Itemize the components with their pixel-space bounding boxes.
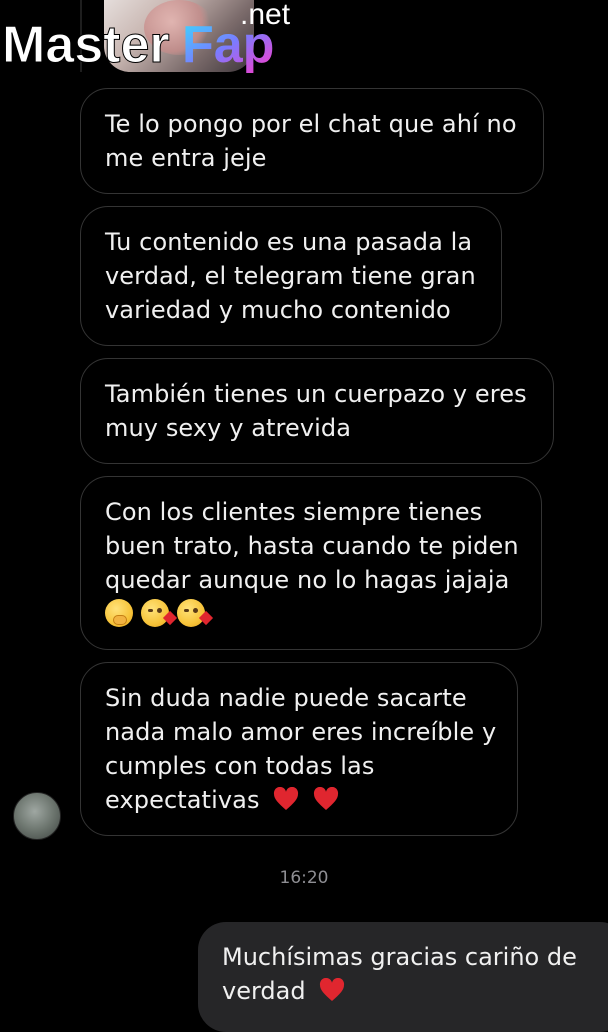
message-timestamp: 16:20	[279, 868, 329, 888]
face-blowing-kiss-icon	[177, 599, 214, 627]
message-text: verdad, el telegram tiene gran	[105, 262, 476, 290]
sender-avatar[interactable]	[13, 792, 61, 840]
red-heart-icon	[273, 787, 299, 811]
message-text: verdad	[222, 977, 306, 1005]
face-with-hand-over-mouth-icon	[105, 599, 133, 627]
message-text: Tu contenido es una pasada la	[105, 228, 473, 256]
message-text: nada malo amor eres increíble y	[105, 718, 497, 746]
red-heart-icon	[319, 978, 345, 1002]
red-heart-icon	[313, 787, 339, 811]
message-text: Muchísimas gracias cariño de	[222, 943, 577, 971]
watermark-logo: Master Fap .net	[0, 0, 310, 80]
incoming-message[interactable]: Tu contenido es una pasada la verdad, el…	[80, 206, 502, 346]
face-blowing-kiss-icon	[141, 599, 178, 627]
message-line-with-emoji: verdad	[222, 974, 604, 1008]
message-line-with-emoji: expectativas	[105, 783, 493, 817]
message-text: Con los clientes siempre tienes	[105, 498, 483, 526]
incoming-message[interactable]: Te lo pongo por el chat que ahí no me en…	[80, 88, 544, 194]
emoji-row	[105, 599, 517, 627]
message-text: cumples con todas las	[105, 752, 375, 780]
message-text: Sin duda nadie puede sacarte	[105, 684, 467, 712]
message-text: Te lo pongo por el chat que ahí no	[105, 110, 517, 138]
outgoing-message[interactable]: Muchísimas gracias cariño de verdad	[198, 922, 608, 1032]
message-text: variedad y mucho contenido	[105, 296, 451, 324]
incoming-message[interactable]: Con los clientes siempre tienes buen tra…	[80, 476, 542, 650]
incoming-message[interactable]: Sin duda nadie puede sacarte nada malo a…	[80, 662, 518, 836]
watermark-tld-text: .net	[240, 0, 291, 31]
message-text: muy sexy y atrevida	[105, 414, 352, 442]
message-text: buen trato, hasta cuando te piden	[105, 532, 519, 560]
incoming-message[interactable]: También tienes un cuerpazo y eres muy se…	[80, 358, 554, 464]
watermark-main-text: Master	[2, 16, 170, 74]
message-text: expectativas	[105, 786, 260, 814]
message-text: me entra jeje	[105, 144, 267, 172]
message-text: También tienes un cuerpazo y eres	[105, 380, 527, 408]
message-text: quedar aunque no lo hagas jajaja	[105, 566, 510, 594]
